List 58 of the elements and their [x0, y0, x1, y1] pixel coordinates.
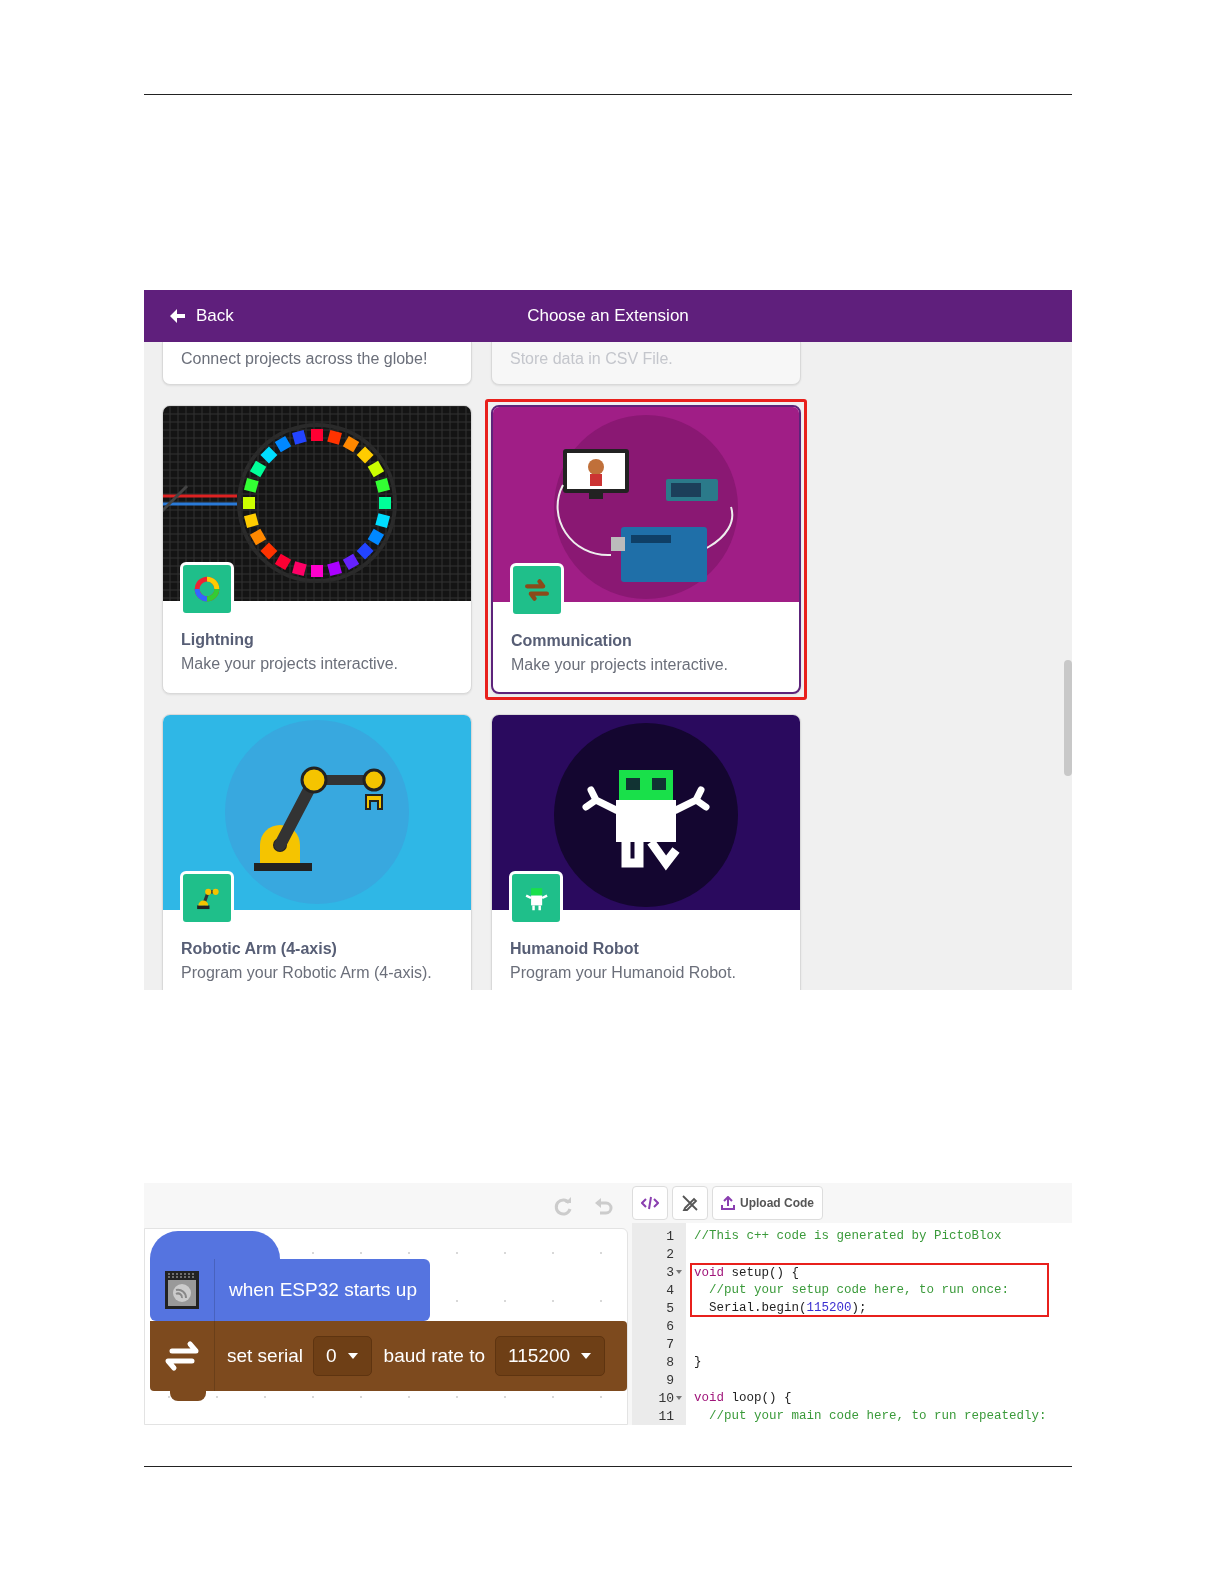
extension-title: Humanoid Robot: [510, 940, 640, 958]
extension-card[interactable]: Lightning Make your projects interactive.: [162, 405, 472, 694]
line-number: 3: [666, 1264, 674, 1280]
color-ring-icon: [180, 562, 234, 616]
code-line: //put your main code here, to run repeatedly:: [708, 1408, 1048, 1425]
extension-title: Communication: [511, 632, 633, 650]
line-number: 4: [666, 1282, 674, 1298]
extension-description: Make your projects interactive.: [511, 656, 729, 674]
extension-description: Make your projects interactive.: [181, 655, 399, 673]
block-label: baud rate to: [383, 1345, 486, 1367]
code-line: Serial.begin(115200);: [690, 1299, 1049, 1317]
extension-title: Lightning: [181, 631, 255, 649]
dialog-title: Choose an Extension: [527, 306, 689, 325]
block-label: set serial: [227, 1345, 304, 1367]
code-line: }: [693, 1354, 703, 1371]
line-number: 2: [666, 1246, 674, 1262]
swap-arrows-icon: [510, 563, 564, 617]
value-dropdown[interactable]: 0: [313, 1336, 372, 1376]
block-notch: [170, 1391, 206, 1401]
code-line: //This c++ code is generated by PictoBlox: [693, 1228, 1003, 1245]
code-view-button[interactable]: [632, 1186, 668, 1220]
extension-description: Program your Robotic Arm (4-axis).: [181, 964, 433, 982]
line-number: 10: [658, 1390, 674, 1406]
value-dropdown[interactable]: 115200: [495, 1336, 606, 1376]
extension-card[interactable]: Communication Make your projects interactive.: [491, 405, 801, 694]
caret-icon: [580, 1352, 593, 1360]
extension-title: Robotic Arm (4-axis): [181, 940, 338, 958]
code-icon: [641, 1196, 659, 1210]
back-arrow-icon: [168, 308, 186, 324]
robotic-arm-icon: [180, 871, 234, 925]
upload-icon: [721, 1196, 735, 1210]
line-number: 8: [666, 1354, 674, 1370]
serial-block[interactable]: set serial 0 baud rate to 115200: [150, 1321, 627, 1391]
line-number: 6: [666, 1318, 674, 1334]
fold-arrow-icon[interactable]: [676, 1395, 682, 1401]
extension-card[interactable]: Connect projects across the globe!: [162, 342, 472, 385]
upload-code-button[interactable]: Upload Code: [712, 1186, 823, 1220]
extension-card[interactable]: Humanoid Robot Program your Humanoid Robot.: [491, 714, 801, 990]
extension-card[interactable]: Robotic Arm (4-axis) Program your Robotic Arm (4-axis).: [162, 714, 472, 990]
line-number: 11: [658, 1408, 674, 1424]
crossed-pencil-icon: [681, 1194, 699, 1212]
chip-icon: [164, 1270, 200, 1310]
line-number: 5: [666, 1300, 674, 1316]
edit-toggle-button[interactable]: [672, 1186, 708, 1220]
robot-icon: [509, 871, 563, 925]
line-number: 1: [666, 1228, 674, 1244]
extension-description: Program your Humanoid Robot.: [510, 964, 737, 982]
caret-icon: [346, 1352, 359, 1360]
line-number: 9: [666, 1372, 674, 1388]
extension-description: Connect projects across the globe!: [181, 350, 429, 368]
fold-arrow-icon[interactable]: [676, 1269, 682, 1275]
code-line: void setup() {: [690, 1263, 1049, 1281]
block-label: when ESP32 starts up: [229, 1279, 417, 1301]
back-button[interactable]: Back: [164, 302, 238, 330]
code-line: //put your setup code here, to run once:: [690, 1281, 1049, 1299]
code-line: void loop() {: [693, 1390, 793, 1407]
line-number: 7: [666, 1336, 674, 1352]
event-block[interactable]: when ESP32 starts up: [150, 1259, 430, 1321]
